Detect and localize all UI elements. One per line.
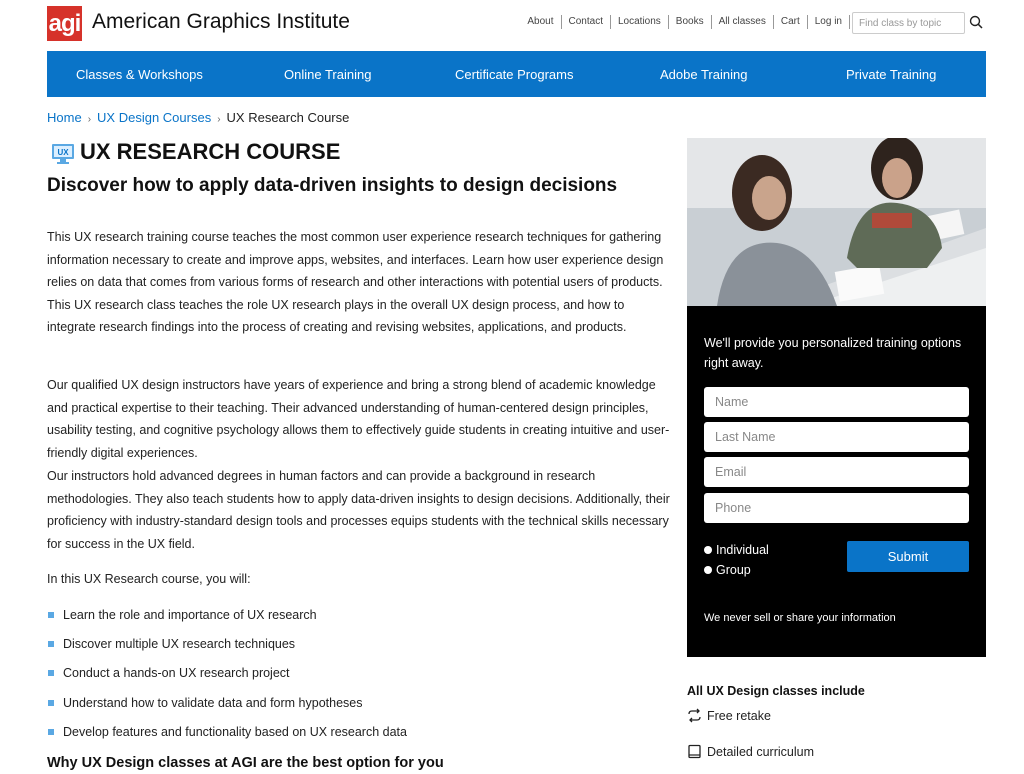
course-outcomes-list: Learn the role and importance of UX rese… xyxy=(47,604,667,750)
radio-individual-label: Individual xyxy=(716,543,769,557)
breadcrumb: Home › UX Design Courses › UX Research Cours… xyxy=(47,110,349,125)
include-free-retake: Free retake xyxy=(687,708,771,723)
ux-monitor-icon: UX xyxy=(52,144,74,164)
page-subtitle: Discover how to apply data-driven insigh… xyxy=(47,175,618,196)
top-link-contact[interactable]: Contact xyxy=(562,15,611,29)
breadcrumb-separator: › xyxy=(87,114,92,125)
nav-adobe-training[interactable]: Adobe Training xyxy=(660,67,747,82)
ux-icon-text: UX xyxy=(57,148,69,157)
lead-form: We'll provide you personalized training … xyxy=(687,306,986,657)
top-link-books[interactable]: Books xyxy=(669,15,712,29)
list-item: Understand how to validate data and form… xyxy=(47,692,667,721)
list-item: Discover multiple UX research techniques xyxy=(47,633,667,662)
nav-private-training[interactable]: Private Training xyxy=(846,67,936,82)
intro-paragraph: This UX research training course teaches… xyxy=(47,230,664,335)
list-intro: In this UX Research course, you will: xyxy=(47,572,251,586)
site-title[interactable]: American Graphics Institute xyxy=(92,10,350,34)
page-title: UX RESEARCH COURSE xyxy=(80,139,341,164)
breadcrumb-ux-design-courses[interactable]: UX Design Courses xyxy=(97,110,211,125)
radio-group-label: Group xyxy=(716,563,751,577)
list-item: Conduct a hands-on UX research project xyxy=(47,662,667,691)
top-link-login[interactable]: Log in xyxy=(808,15,850,29)
radio-individual[interactable]: Individual xyxy=(704,543,769,557)
breadcrumb-home[interactable]: Home xyxy=(47,110,82,125)
last-name-field[interactable] xyxy=(704,422,969,452)
top-link-all-classes[interactable]: All classes xyxy=(712,15,774,29)
top-link-locations[interactable]: Locations xyxy=(611,15,669,29)
email-field[interactable] xyxy=(704,457,969,487)
instructors-paragraph: Our qualified UX design instructors have… xyxy=(47,378,670,460)
breadcrumb-current: UX Research Course xyxy=(226,110,350,125)
submit-button[interactable]: Submit xyxy=(847,541,969,572)
main-nav: Classes & Workshops Online Training Cert… xyxy=(47,51,986,97)
list-item: Develop features and functionality based… xyxy=(47,721,667,750)
agi-logo[interactable]: agi xyxy=(47,6,82,41)
nav-online-training[interactable]: Online Training xyxy=(284,67,371,82)
breadcrumb-separator: › xyxy=(217,114,221,125)
phone-field[interactable] xyxy=(704,493,969,523)
include-detailed-curriculum-label: Detailed curriculum xyxy=(707,744,814,759)
classroom-photo xyxy=(687,138,986,306)
list-item: Learn the role and importance of UX rese… xyxy=(47,604,667,633)
privacy-note: We never sell or share your information xyxy=(704,612,896,624)
name-field[interactable] xyxy=(704,387,969,417)
instructors-degrees-paragraph: Our instructors hold advanced degrees in… xyxy=(47,469,670,551)
top-links: About Contact Locations Books All classe… xyxy=(520,15,850,29)
radio-group[interactable]: Group xyxy=(704,563,751,577)
top-link-cart[interactable]: Cart xyxy=(774,15,808,29)
search-input[interactable] xyxy=(852,12,965,34)
include-detailed-curriculum: Detailed curriculum xyxy=(687,744,814,759)
include-free-retake-label: Free retake xyxy=(707,708,771,723)
radio-dot-icon xyxy=(704,566,712,574)
repeat-icon xyxy=(688,708,701,723)
radio-dot-icon xyxy=(704,546,712,554)
search-icon[interactable] xyxy=(969,15,983,29)
nav-classes-workshops[interactable]: Classes & Workshops xyxy=(76,67,203,82)
top-link-about[interactable]: About xyxy=(520,15,562,29)
form-intro: We'll provide you personalized training … xyxy=(704,336,962,370)
why-heading: Why UX Design classes at AGI are the bes… xyxy=(47,755,444,771)
nav-certificate-programs[interactable]: Certificate Programs xyxy=(455,67,573,82)
includes-title: All UX Design classes include xyxy=(687,684,865,698)
book-icon xyxy=(688,744,701,759)
